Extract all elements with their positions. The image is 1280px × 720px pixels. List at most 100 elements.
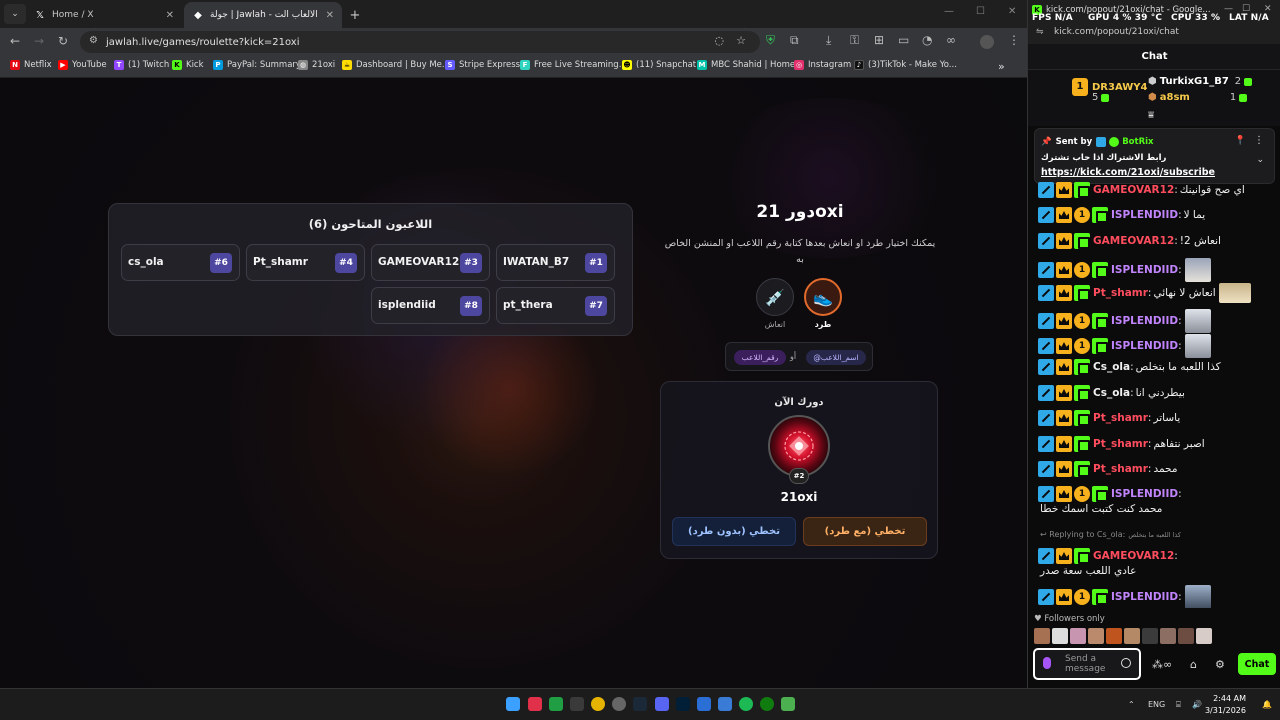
chat-username[interactable]: Pt_shamr [1093, 437, 1148, 451]
microphone-icon[interactable] [1043, 657, 1051, 669]
volume-icon[interactable]: 🔊 [1192, 700, 1202, 709]
tab-search-icon[interactable]: ⌄ [4, 4, 26, 24]
reload-icon[interactable]: ↻ [58, 34, 68, 48]
leaderboard-first: 1 DR3AWY4 [1072, 78, 1147, 96]
minimize-icon[interactable]: — [944, 6, 954, 17]
maximize-icon[interactable]: ☐ [976, 6, 985, 17]
taskbar-app-icon[interactable] [612, 697, 626, 711]
skip-without-kick-button[interactable]: تخطي (بدون طرد) [672, 517, 796, 546]
chat-username[interactable]: Pt_shamr [1093, 462, 1148, 476]
bookmark-netflix[interactable]: N Netflix [10, 60, 52, 70]
close-tab-icon[interactable]: ✕ [166, 10, 174, 21]
taskbar-app-icon[interactable] [549, 697, 563, 711]
tray-chevron-icon[interactable]: ⌃ [1128, 700, 1135, 709]
network-icon[interactable]: ⌸ [1176, 700, 1181, 710]
send-chat-button[interactable]: Chat [1238, 653, 1276, 675]
close-tab-icon[interactable]: ✕ [326, 10, 334, 21]
new-tab-button[interactable]: + [344, 2, 366, 28]
player-card[interactable]: IWATAN_B7 #1 [496, 244, 615, 281]
site-info-icon[interactable]: ⇋ [1036, 27, 1044, 37]
bookmark-snapchat[interactable]: ☻ (11) Snapchat [622, 60, 696, 70]
store-icon[interactable]: ⌂ [1190, 658, 1197, 671]
photoshop-taskbar-icon[interactable] [676, 697, 690, 711]
xbox-taskbar-icon[interactable] [760, 697, 774, 711]
taskbar-app-icon[interactable] [718, 697, 732, 711]
vip-crown-icon [1056, 385, 1072, 401]
notifications-icon[interactable]: 🔔 [1262, 700, 1272, 709]
steam-taskbar-icon[interactable] [633, 697, 647, 711]
chat-username[interactable]: GAMEOVAR12 [1093, 234, 1174, 248]
chat-username[interactable]: ISPLENDIID [1111, 339, 1178, 353]
download-icon[interactable]: ⤓ [826, 33, 831, 48]
settings-gear-icon[interactable]: ⚙ [1215, 658, 1225, 671]
bookmark-twitch[interactable]: T (1) Twitch [114, 60, 169, 70]
chrome-taskbar-icon[interactable] [591, 697, 605, 711]
taskbar-app-icon[interactable] [697, 697, 711, 711]
player-card[interactable]: cs_ola #6 [121, 244, 240, 281]
chat-username[interactable]: ISPLENDIID [1111, 590, 1178, 604]
profile-avatar[interactable] [980, 35, 994, 49]
chat-username[interactable]: ISPLENDIID [1111, 314, 1178, 328]
menu-dots-icon[interactable]: ⋮ [1008, 33, 1020, 47]
chat-username[interactable]: ISPLENDIID [1111, 208, 1178, 222]
windows-start-icon[interactable] [506, 697, 520, 711]
chat-username[interactable]: GAMEOVAR12 [1093, 183, 1174, 197]
bookmark-shahid[interactable]: M MBC Shahid | Home [697, 60, 795, 70]
back-icon[interactable]: ← [10, 34, 20, 48]
forward-icon[interactable]: → [34, 34, 44, 48]
message-input[interactable]: Send a message [1033, 648, 1141, 680]
skip-with-kick-button[interactable]: تخطي (مع طرد) [803, 517, 927, 546]
subscribe-link[interactable]: https://kick.com/21oxi/subscribe [1041, 167, 1215, 178]
extensions-icon[interactable]: ⧉ [790, 33, 799, 48]
tab-x-home[interactable]: 𝕏 Home / X ✕ [26, 2, 182, 28]
bookmark-buymeacoffee[interactable]: ☕ Dashboard | Buy Me... [342, 60, 450, 70]
bookmark-youtube[interactable]: ▶ YouTube [58, 60, 107, 70]
history-icon[interactable]: ◔ [922, 33, 932, 47]
bookmark-tiktok[interactable]: ♪ (3)TikTok - Make Yo... [854, 60, 957, 70]
shield-extension-icon[interactable]: ⛨ [766, 33, 775, 48]
tab-jawlah[interactable]: ◆ جولة | Jawlah - منصة الألعاب الت... ✕ [184, 2, 342, 28]
bookmarks-overflow-icon[interactable]: » [998, 60, 1005, 73]
taskbar-app-icon[interactable] [781, 697, 795, 711]
bookmark-kick[interactable]: K Kick [172, 60, 204, 70]
bookmark-streaming[interactable]: F Free Live Streaming... [520, 60, 627, 70]
chat-username[interactable]: GAMEOVAR12 [1093, 549, 1174, 563]
expand-leaderboard-icon[interactable]: ⩸ [1148, 110, 1154, 121]
player-card[interactable]: GAMEOVAR12 #3 [371, 244, 490, 281]
chevron-down-icon[interactable]: ⌄ [1256, 155, 1264, 165]
bookmark-stripe[interactable]: S Stripe Express [445, 60, 520, 70]
chat-username[interactable]: ISPLENDIID [1111, 487, 1178, 501]
emoji-icon[interactable] [1121, 658, 1131, 668]
system-clock[interactable]: 2:44 AM 3/31/2026 [1205, 693, 1246, 717]
bookmark-paypal[interactable]: P PayPal: Summary [213, 60, 301, 70]
spotify-taskbar-icon[interactable] [739, 697, 753, 711]
site-info-icon[interactable]: ⚙ [89, 35, 98, 46]
chat-username[interactable]: Pt_shamr [1093, 411, 1148, 425]
link-icon[interactable]: ∞ [946, 33, 956, 47]
taskbar-app-icon[interactable] [570, 697, 584, 711]
bookmark-star-icon[interactable]: ☆ [736, 34, 746, 47]
language-indicator[interactable]: ENG [1148, 700, 1165, 709]
revive-action-button[interactable]: 💉 [756, 278, 794, 316]
unpin-icon[interactable]: 📍 [1235, 136, 1246, 146]
close-window-icon[interactable]: ✕ [1008, 6, 1016, 17]
discord-taskbar-icon[interactable] [655, 697, 669, 711]
kick-action-button[interactable]: 👟 [804, 278, 842, 316]
gifts-icon[interactable]: ⁂∞ [1152, 658, 1172, 671]
card-icon[interactable]: ▭ [898, 33, 909, 47]
address-bar[interactable]: ⚙ jawlah.live/games/roulette?kick=21oxi … [80, 31, 760, 53]
taskbar-app-icon[interactable] [528, 697, 542, 711]
chat-username[interactable]: Cs_ola [1093, 360, 1130, 374]
player-card[interactable]: Pt_shamr #4 [246, 244, 365, 281]
key-icon[interactable]: ⚿ [850, 33, 859, 48]
chat-username[interactable]: Cs_ola [1093, 386, 1130, 400]
player-card[interactable]: isplendiid #8 [371, 287, 490, 324]
player-card[interactable]: pt_thera #7 [496, 287, 615, 324]
translate-icon[interactable]: ⊞ [874, 33, 884, 47]
eye-off-icon[interactable]: ◌ [714, 34, 724, 47]
chat-username[interactable]: ISPLENDIID [1111, 263, 1178, 277]
more-options-icon[interactable]: ⋮ [1254, 135, 1264, 146]
bookmark-instagram[interactable]: ◎ Instagram [794, 60, 851, 70]
bookmark-21oxi[interactable]: ◍ 21oxi [298, 60, 335, 70]
chat-username[interactable]: Pt_shamr [1093, 286, 1148, 300]
